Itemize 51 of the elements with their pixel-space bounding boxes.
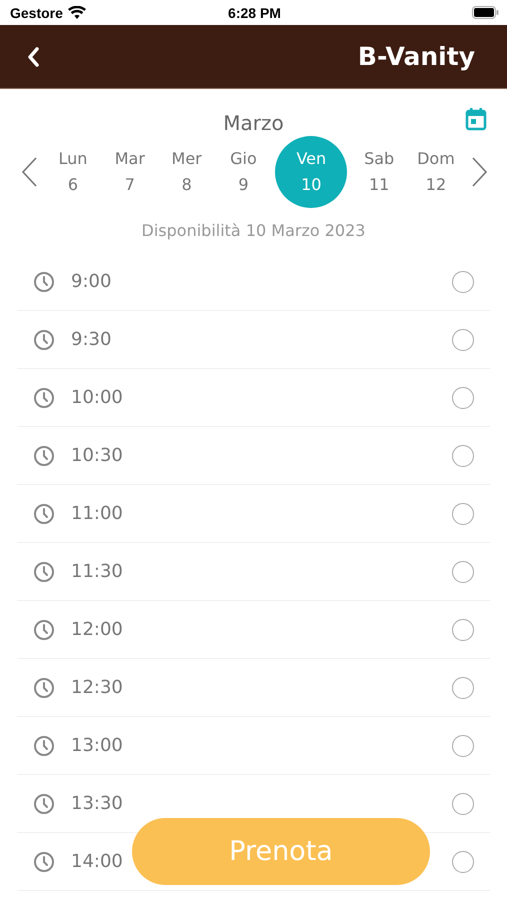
day-option[interactable]: Ven 10 xyxy=(275,136,348,208)
next-week-button[interactable] xyxy=(471,156,489,188)
app-title: B-Vanity xyxy=(358,42,475,71)
slot-time: 10:00 xyxy=(71,387,124,408)
clock-icon xyxy=(33,618,55,640)
slot-time: 13:00 xyxy=(71,735,124,756)
day-option[interactable]: Sab 11 xyxy=(354,136,404,208)
slot-time: 11:00 xyxy=(71,503,124,524)
back-button[interactable] xyxy=(26,46,40,68)
clock-icon xyxy=(33,676,55,698)
clock-icon xyxy=(33,792,55,814)
clock-icon xyxy=(33,560,55,582)
day-option[interactable]: Lun 6 xyxy=(48,136,98,208)
slot-radio[interactable] xyxy=(452,386,474,408)
clock-icon xyxy=(33,502,55,524)
month-label: Marzo xyxy=(223,111,284,135)
slot-time: 10:30 xyxy=(71,445,124,466)
day-option[interactable]: Gio 9 xyxy=(218,136,268,208)
battery-icon xyxy=(472,6,500,19)
slot-time: 12:30 xyxy=(71,677,124,698)
day-option[interactable]: Dom 12 xyxy=(410,136,461,208)
slot-radio[interactable] xyxy=(452,618,474,640)
slot-radio[interactable] xyxy=(452,560,474,582)
clock-icon xyxy=(33,328,55,350)
slot-radio[interactable] xyxy=(452,328,474,350)
wifi-icon xyxy=(68,6,86,19)
slot-radio[interactable] xyxy=(452,502,474,524)
slot-radio[interactable] xyxy=(452,270,474,292)
slot-radio[interactable] xyxy=(452,792,474,814)
carrier-name: Gestore xyxy=(10,4,63,20)
clock-icon xyxy=(33,444,55,466)
slot-time: 12:00 xyxy=(71,619,124,640)
slot-radio[interactable] xyxy=(452,734,474,756)
slot-time: 9:00 xyxy=(71,271,112,292)
slot-radio[interactable] xyxy=(452,676,474,698)
clock-icon xyxy=(33,270,55,292)
availability-date: Disponibilità 10 Marzo 2023 xyxy=(142,221,366,240)
slot-radio[interactable] xyxy=(452,444,474,466)
calendar-icon[interactable] xyxy=(465,107,487,131)
slot-time: 14:00 xyxy=(71,851,124,872)
day-option[interactable]: Mer 8 xyxy=(162,136,212,208)
clock-icon xyxy=(33,386,55,408)
slot-radio[interactable] xyxy=(452,850,474,872)
slot-time: 13:30 xyxy=(71,793,124,814)
slot-time: 9:30 xyxy=(71,329,112,350)
day-option[interactable]: Mar 7 xyxy=(104,136,155,208)
status-time: 6:28 PM xyxy=(228,4,281,20)
slot-time: 11:30 xyxy=(71,561,124,582)
previous-week-button[interactable] xyxy=(20,156,38,188)
clock-icon xyxy=(33,734,55,756)
clock-icon xyxy=(33,850,55,872)
